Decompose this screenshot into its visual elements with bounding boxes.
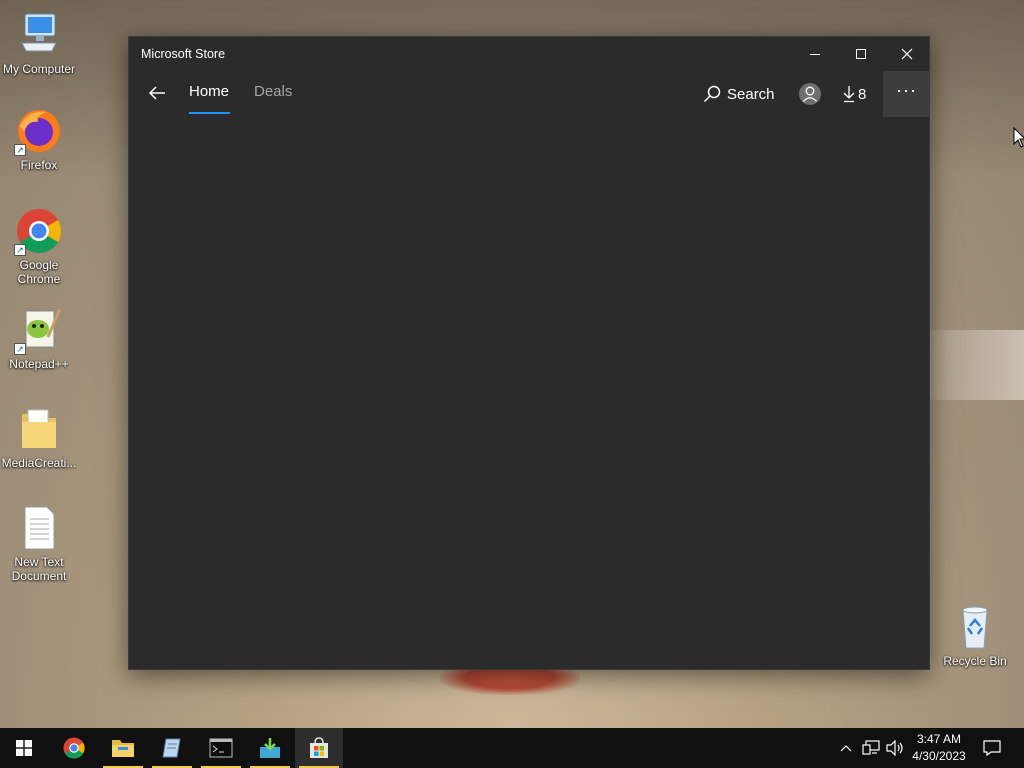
minimize-button[interactable] (792, 37, 838, 71)
shortcut-arrow-icon: ↗ (14, 144, 26, 156)
notification-icon (983, 740, 1001, 756)
terminal-icon (209, 738, 233, 758)
more-options-button[interactable]: ··· (883, 71, 930, 117)
taskbar-terminal[interactable] (197, 728, 245, 768)
firefox-icon: ↗ (14, 106, 64, 156)
show-hidden-icons-button[interactable] (836, 728, 856, 768)
close-icon (901, 48, 913, 60)
taskbar-installer[interactable] (246, 728, 294, 768)
taskbar-clock[interactable]: 3:47 AM 4/30/2023 (906, 731, 972, 765)
desktop-icon-label: New Text Document (11, 555, 67, 583)
clock-time: 3:47 AM (916, 732, 962, 746)
taskbar-app-notebook[interactable] (148, 728, 196, 768)
desktop-icon-firefox[interactable]: ↗ Firefox (0, 106, 78, 172)
taskbar-microsoft-store[interactable] (295, 728, 343, 768)
chevron-up-icon (840, 745, 852, 752)
downloads-button[interactable]: 8 (843, 77, 866, 111)
action-center-button[interactable] (978, 728, 1006, 768)
taskbar: 3:47 AM 4/30/2023 (0, 728, 1024, 768)
desktop-icon-recycle-bin[interactable]: Recycle Bin (936, 602, 1014, 668)
tab-deals[interactable]: Deals (254, 83, 292, 100)
microsoft-store-window: Microsoft Store Home Deals Search 8 ··· (128, 36, 930, 670)
maximize-icon (856, 49, 866, 59)
close-button[interactable] (884, 37, 930, 71)
arrow-left-icon (148, 86, 165, 100)
folder-icon (112, 740, 134, 757)
chrome-icon: ↗ (14, 206, 64, 256)
chrome-icon (63, 737, 85, 759)
download-box-icon (260, 738, 280, 758)
store-content-area (129, 117, 929, 669)
notepad-plus-plus-icon: ↗ (14, 305, 64, 355)
window-titlebar[interactable]: Microsoft Store (129, 37, 929, 71)
search-button[interactable]: Search (703, 77, 775, 111)
folder-icon (14, 404, 64, 454)
desktop-icon-label: Google Chrome (17, 258, 61, 286)
desktop-icon-label: My Computer (2, 62, 76, 76)
windows-logo-icon (16, 740, 32, 756)
desktop-icon-my-computer[interactable]: My Computer (0, 10, 78, 76)
store-navbar: Home Deals Search 8 ··· (129, 71, 930, 117)
desktop-icon-notepad-plus-plus[interactable]: ↗ Notepad++ (0, 305, 78, 371)
desktop-icon-google-chrome[interactable]: ↗ Google Chrome (0, 206, 78, 286)
desktop-icon-media-creation[interactable]: MediaCreati... (0, 404, 78, 470)
search-label: Search (727, 85, 775, 103)
search-icon (703, 85, 721, 103)
maximize-button[interactable] (838, 37, 884, 71)
notebook-icon (162, 738, 181, 758)
computer-icon (14, 10, 64, 60)
network-button[interactable] (860, 728, 882, 768)
taskbar-file-explorer[interactable] (99, 728, 147, 768)
account-button[interactable] (795, 77, 825, 111)
download-arrow-icon (843, 86, 855, 103)
mouse-cursor-icon (1013, 127, 1024, 148)
text-document-icon (14, 503, 64, 553)
store-bag-icon (310, 737, 328, 758)
network-icon (862, 740, 880, 755)
start-button[interactable] (0, 728, 48, 768)
account-icon (799, 83, 821, 105)
desktop-icon-label: MediaCreati... (1, 456, 77, 470)
desktop-icon-label: Firefox (20, 158, 58, 172)
volume-button[interactable] (884, 728, 906, 768)
back-button[interactable] (139, 75, 175, 111)
downloads-count: 8 (858, 85, 867, 103)
tab-home[interactable]: Home (189, 83, 229, 100)
more-ellipsis-icon: ··· (896, 79, 917, 100)
window-title: Microsoft Store (141, 47, 226, 61)
shortcut-arrow-icon: ↗ (14, 244, 26, 256)
desktop-icon-label: Notepad++ (9, 357, 69, 371)
minimize-icon (810, 54, 820, 55)
clock-date: 4/30/2023 (912, 749, 966, 763)
shortcut-arrow-icon: ↗ (14, 343, 26, 355)
taskbar-chrome[interactable] (50, 728, 98, 768)
recycle-bin-icon (950, 602, 1000, 652)
desktop-icon-label: Recycle Bin (943, 654, 1007, 668)
desktop-icon-new-text-document[interactable]: New Text Document (0, 503, 78, 583)
speaker-icon (886, 740, 903, 756)
active-tab-indicator (189, 112, 230, 114)
